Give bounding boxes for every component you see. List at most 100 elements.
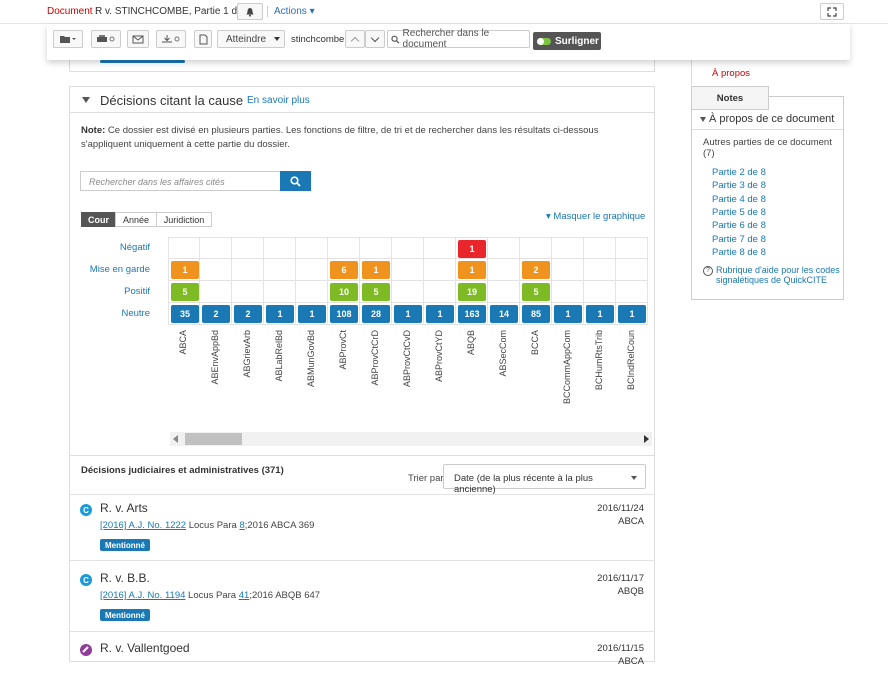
chart-count-badge[interactable]: 2 — [522, 261, 550, 279]
document-button[interactable] — [194, 30, 212, 48]
chart-count-badge[interactable]: 28 — [362, 305, 390, 323]
chart-column-label[interactable]: BCCommAppCom — [552, 330, 584, 420]
print-button[interactable] — [91, 30, 121, 48]
chart-column-label[interactable]: ABEnvAppBd — [200, 330, 232, 420]
about-document-header[interactable]: À propos de ce document — [692, 113, 843, 130]
chart-column-label[interactable]: ABSecCom — [488, 330, 520, 420]
chart-column-label[interactable]: ABProvCtCrD — [360, 330, 392, 420]
citation-link[interactable]: [2016] A.J. No. 1194 — [100, 590, 185, 601]
chart-count-badge[interactable]: 1 — [586, 305, 614, 323]
chart-count-badge[interactable]: 2 — [234, 305, 262, 323]
help-link[interactable]: ? Rubrique d'aide pour les codes signalé… — [703, 265, 841, 285]
cited-cases-search-button[interactable] — [280, 171, 311, 191]
tab-notes[interactable]: Notes — [691, 86, 769, 110]
citation-chart-grid: 1 1 6 1 1 2 5 10 5 19 5 35 2 2 1 1 108 28 1 1 163 14 85 1 1 1 — [168, 237, 656, 326]
previous-panel-button-edge[interactable] — [100, 60, 185, 63]
chart-column-label[interactable]: BCHumRtsTrib — [584, 330, 616, 420]
chart-count-badge[interactable]: 1 — [394, 305, 422, 323]
part-link[interactable]: Partie 6 de 8 — [712, 220, 766, 231]
document-search-input[interactable]: Rechercher dans le document — [387, 28, 530, 50]
chart-count-badge[interactable]: 35 — [171, 305, 199, 323]
scroll-left-arrow-icon[interactable] — [173, 435, 178, 443]
chart-row-label[interactable]: Neutre — [80, 308, 150, 319]
citation-link[interactable]: [2016] A.J. No. 1222 — [100, 520, 186, 531]
learn-more-link[interactable]: En savoir plus — [247, 95, 310, 106]
note-label: Note: — [81, 125, 106, 136]
download-button[interactable] — [156, 30, 186, 48]
chart-count-badge[interactable]: 1 — [298, 305, 326, 323]
fullscreen-button[interactable] — [820, 3, 844, 20]
chart-column-label[interactable]: ABLabRelBd — [264, 330, 296, 420]
download-icon — [162, 35, 180, 43]
chart-count-badge[interactable]: 1 — [426, 305, 454, 323]
chart-count-badge[interactable]: 1 — [618, 305, 646, 323]
chart-count-badge[interactable]: 5 — [171, 283, 199, 301]
case-name-link[interactable]: R. v. Vallentgoed — [100, 641, 190, 655]
part-link[interactable]: Partie 4 de 8 — [712, 194, 766, 205]
chart-cell — [232, 259, 264, 281]
chart-count-badge[interactable]: 10 — [330, 283, 358, 301]
chart-count-badge[interactable]: 1 — [554, 305, 582, 323]
alert-button[interactable] — [237, 3, 263, 20]
chart-column-label[interactable]: ABProvCtYD — [424, 330, 456, 420]
chart-count-badge[interactable]: 19 — [458, 283, 486, 301]
chart-count-badge[interactable]: 14 — [490, 305, 518, 323]
chart-column-label[interactable]: ABCA — [168, 330, 200, 420]
chart-count-badge[interactable]: 108 — [330, 305, 358, 323]
chart-cell — [296, 281, 328, 303]
collapse-arrow-icon[interactable] — [700, 117, 706, 122]
atteindre-dropdown[interactable]: Atteindre — [217, 30, 285, 48]
chart-row-label[interactable]: Positif — [80, 286, 150, 297]
chart-column-label[interactable]: ABMunGovBd — [296, 330, 328, 420]
part-link[interactable]: Partie 3 de 8 — [712, 180, 766, 191]
segment-juridiction[interactable]: Juridiction — [156, 212, 212, 227]
part-link[interactable]: Partie 7 de 8 — [712, 234, 766, 245]
cited-cases-search-input[interactable]: Rechercher dans les affaires cités — [80, 171, 281, 191]
chart-count-badge[interactable]: 1 — [171, 261, 199, 279]
chart-cell — [168, 237, 200, 259]
decisions-list-title: Décisions judiciaires et administratives… — [81, 465, 284, 476]
tab-apropos[interactable]: À propos — [691, 60, 767, 85]
segment-cour[interactable]: Cour — [81, 212, 116, 227]
scroll-right-arrow-icon[interactable] — [644, 435, 649, 443]
chart-row-label[interactable]: Mise en garde — [80, 264, 150, 275]
case-name-link[interactable]: R. v. Arts — [100, 501, 148, 515]
part-link[interactable]: Partie 5 de 8 — [712, 207, 766, 218]
sort-select[interactable]: Date (de la plus récente à la plus ancie… — [443, 464, 646, 495]
hide-chart-link[interactable]: ▾ Masquer le graphique — [546, 211, 645, 222]
part-link[interactable]: Partie 8 de 8 — [712, 247, 766, 258]
chart-column-label[interactable]: BCCA — [520, 330, 552, 420]
chart-count-badge[interactable]: 2 — [202, 305, 230, 323]
segment-annee[interactable]: Année — [115, 212, 157, 227]
list-divider — [70, 631, 654, 632]
chart-count-badge[interactable]: 5 — [362, 283, 390, 301]
chart-count-badge[interactable]: 5 — [522, 283, 550, 301]
collapse-arrow-icon[interactable] — [82, 97, 90, 103]
chart-count-badge[interactable]: 1 — [458, 240, 486, 258]
chart-count-badge[interactable]: 1 — [458, 261, 486, 279]
citing-decisions-section: Décisions citant la cause En savoir plus… — [69, 86, 656, 667]
scrollbar-thumb[interactable] — [185, 433, 242, 445]
chart-count-badge[interactable]: 6 — [330, 261, 358, 279]
chart-count-badge[interactable]: 85 — [522, 305, 550, 323]
folder-button[interactable] — [53, 30, 83, 48]
email-button[interactable] — [127, 30, 149, 48]
chart-horizontal-scrollbar[interactable] — [170, 432, 652, 446]
chart-count-badge[interactable]: 1 — [266, 305, 294, 323]
chart-column-label[interactable]: ABGrievArb — [232, 330, 264, 420]
highlight-toggle[interactable]: Surligner — [533, 32, 601, 50]
actions-menu[interactable]: Actions ▾ — [267, 6, 315, 17]
previous-hit-button[interactable] — [345, 30, 365, 48]
chart-column-label[interactable]: ABQB — [456, 330, 488, 420]
chart-column-label[interactable]: ABProvCt — [328, 330, 360, 420]
case-item: C R. v. Arts [2016] A.J. No. 1222 Locus … — [70, 499, 654, 559]
chart-count-badge[interactable]: 1 — [362, 261, 390, 279]
case-name-link[interactable]: R. v. B.B. — [100, 571, 150, 585]
para-link[interactable]: 41 — [239, 590, 250, 601]
chart-row-label[interactable]: Négatif — [80, 242, 150, 253]
next-hit-button[interactable] — [365, 30, 385, 48]
chart-column-label[interactable]: BCIndRelCoun — [616, 330, 648, 420]
part-link[interactable]: Partie 2 de 8 — [712, 167, 766, 178]
chart-column-label[interactable]: ABProvCtCvD — [392, 330, 424, 420]
chart-count-badge[interactable]: 163 — [458, 305, 486, 323]
